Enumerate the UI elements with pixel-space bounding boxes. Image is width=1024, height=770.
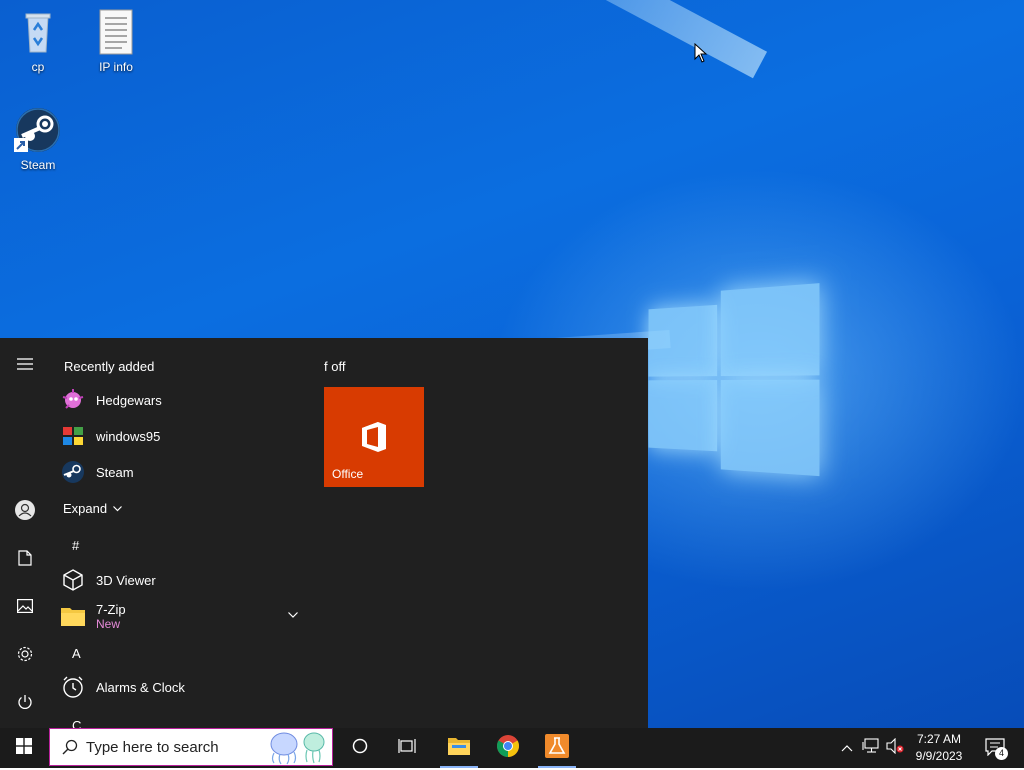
taskbar: 7:27 AM 9/9/2023 4 [0,728,1024,768]
clock-date: 9/9/2023 [915,749,963,763]
start-button[interactable] [0,728,48,768]
chevron-down-icon[interactable] [288,605,298,623]
desktop-icon-label: cp [31,60,45,74]
app-item-hedgewars[interactable]: Hedgewars [60,383,310,417]
app-item-7-zip[interactable]: 7-Zip New [60,597,310,635]
volume-button[interactable] [883,728,907,768]
desktop-icon-label: Steam [20,158,56,172]
light-beam [187,0,768,79]
tile-label: Office [332,467,364,481]
office-icon [360,421,388,458]
user-account-button[interactable] [0,490,50,534]
app-label: Hedgewars [96,392,162,408]
text-document-icon [92,8,140,56]
documents-button[interactable] [0,538,50,582]
app-label: 3D Viewer [96,572,156,588]
notification-count-badge: 4 [995,747,1008,760]
alarm-clock-icon [60,674,86,700]
section-letter-hash[interactable]: # [72,538,79,553]
section-letter-a[interactable]: A [72,646,81,661]
new-badge: New [96,616,121,631]
app-label: windows95 [96,428,161,444]
app-label: Alarms & Clock [96,679,185,695]
file-explorer-button[interactable] [436,728,482,768]
tile-group-title[interactable]: f off [324,359,345,374]
tiles-area: f off Office [312,338,648,728]
office-tile[interactable]: Office [324,387,424,487]
clock-time: 7:27 AM [916,732,962,746]
document-icon [18,549,32,571]
flask-app-icon [545,733,569,763]
flask-app-button[interactable] [534,728,580,768]
app-list: Recently added Hedgewars windows95 Steam… [50,338,312,728]
3d-viewer-icon [60,567,86,593]
user-avatar-icon [15,499,35,525]
recently-added-header: Recently added [64,359,155,374]
desktop-icon-label: IP info [99,60,133,74]
windows-start-icon [16,737,32,759]
app-item-3d-viewer[interactable]: 3D Viewer [60,563,310,597]
show-hidden-icons-button[interactable] [836,728,858,768]
action-center-button[interactable]: 4 [976,728,1016,768]
app-label: Steam [96,464,134,480]
hamburger-menu-button[interactable] [0,344,50,388]
chrome-icon [496,734,520,763]
search-box[interactable] [49,728,333,766]
jellyfish-illustration-icon [262,731,332,770]
network-button[interactable] [859,728,883,768]
chevron-up-icon [841,739,853,757]
chrome-button[interactable] [485,728,531,768]
start-menu: Recently added Hedgewars windows95 Steam… [0,338,648,728]
steam-icon [14,106,62,154]
hamburger-icon [17,357,33,375]
settings-button[interactable] [0,634,50,678]
app-item-steam[interactable]: Steam [60,455,310,489]
network-icon [862,737,880,759]
search-input[interactable] [84,737,258,757]
cortana-button[interactable] [337,728,383,768]
folder-icon [60,603,86,629]
start-menu-rail [0,338,50,728]
expand-label: Expand [63,500,108,516]
steam-icon [60,459,86,485]
search-icon [62,739,78,755]
windows95-icon [60,423,86,449]
pictures-button[interactable] [0,586,50,630]
clock[interactable]: 7:27 AM 9/9/2023 [906,731,972,765]
hedgewars-icon [60,387,86,413]
desktop-icon-steam[interactable]: Steam [0,106,76,172]
expand-button[interactable]: Expand [63,491,313,525]
app-item-alarms-clock[interactable]: Alarms & Clock [60,670,310,704]
desktop-icon-ip-info[interactable]: IP info [78,8,154,74]
cortana-icon [352,738,368,759]
recycle-bin-icon [14,8,62,56]
app-item-windows95[interactable]: windows95 [60,419,310,453]
windows-logo-wallpaper [648,283,824,487]
volume-muted-icon [886,737,904,759]
section-letter-c[interactable]: C [72,718,81,728]
power-button[interactable] [0,682,50,726]
file-explorer-icon [447,736,471,761]
mouse-cursor-icon [694,42,708,68]
notification-icon: 4 [985,738,1008,760]
task-view-icon [398,738,416,759]
picture-icon [17,598,34,618]
task-view-button[interactable] [384,728,430,768]
power-icon [17,694,33,715]
app-label: 7-Zip [96,601,126,617]
chevron-down-icon [113,499,123,517]
desktop-icon-cp[interactable]: cp [0,8,76,74]
gear-icon [16,645,34,668]
